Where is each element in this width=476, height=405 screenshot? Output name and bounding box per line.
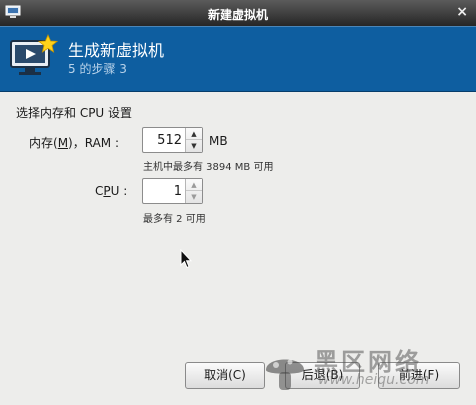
wizard-banner: 生成新虚拟机 5 的步骤 3 — [0, 26, 476, 92]
cpu-decrement-icon[interactable]: ▼ — [186, 191, 202, 203]
wizard-step-indicator: 5 的步骤 3 — [68, 62, 127, 76]
close-icon[interactable]: × — [456, 4, 468, 20]
memory-label-prefix: 内存( — [29, 136, 58, 150]
cpu-spin-arrows[interactable]: ▲ ▼ — [185, 179, 202, 203]
mouse-cursor-icon — [180, 249, 192, 269]
wizard-heading: 生成新虚拟机 — [68, 41, 165, 60]
window-titlebar: 新建虚拟机 × — [0, 0, 476, 26]
watermark-url: www.heiqu.com — [318, 372, 430, 388]
cpu-label-suffix: U : — [110, 184, 128, 198]
memory-spinbox[interactable]: 512 ▲ ▼ — [142, 127, 203, 153]
mushroom-logo-icon — [266, 359, 304, 390]
cpu-spinbox[interactable]: 1 ▲ ▼ — [142, 178, 203, 204]
cpu-increment-icon[interactable]: ▲ — [186, 179, 202, 191]
section-title: 选择内存和 CPU 设置 — [16, 106, 133, 120]
memory-spin-arrows[interactable]: ▲ ▼ — [185, 128, 202, 152]
memory-unit: MB — [209, 134, 228, 148]
memory-hint: 主机中最多有 3894 MB 可用 — [143, 162, 274, 173]
site-watermark: 黑区网络 www.heiqu.com — [262, 338, 476, 405]
cpu-label: CPU : — [95, 184, 127, 198]
memory-increment-icon[interactable]: ▲ — [186, 128, 202, 140]
memory-value[interactable]: 512 — [157, 133, 182, 148]
cancel-button[interactable]: 取消(C) — [185, 362, 265, 389]
memory-label-mnemonic: M — [57, 136, 69, 150]
memory-decrement-icon[interactable]: ▼ — [186, 140, 202, 152]
cpu-value[interactable]: 1 — [174, 184, 182, 199]
memory-label: 内存(M)，RAM : — [29, 134, 119, 151]
cpu-label-mnemonic: P — [103, 184, 111, 198]
memory-label-suffix: )，RAM : — [68, 136, 120, 150]
monitor-star-icon — [10, 33, 58, 75]
window-title: 新建虚拟机 — [207, 8, 268, 22]
cpu-hint: 最多有 2 可用 — [143, 214, 206, 225]
